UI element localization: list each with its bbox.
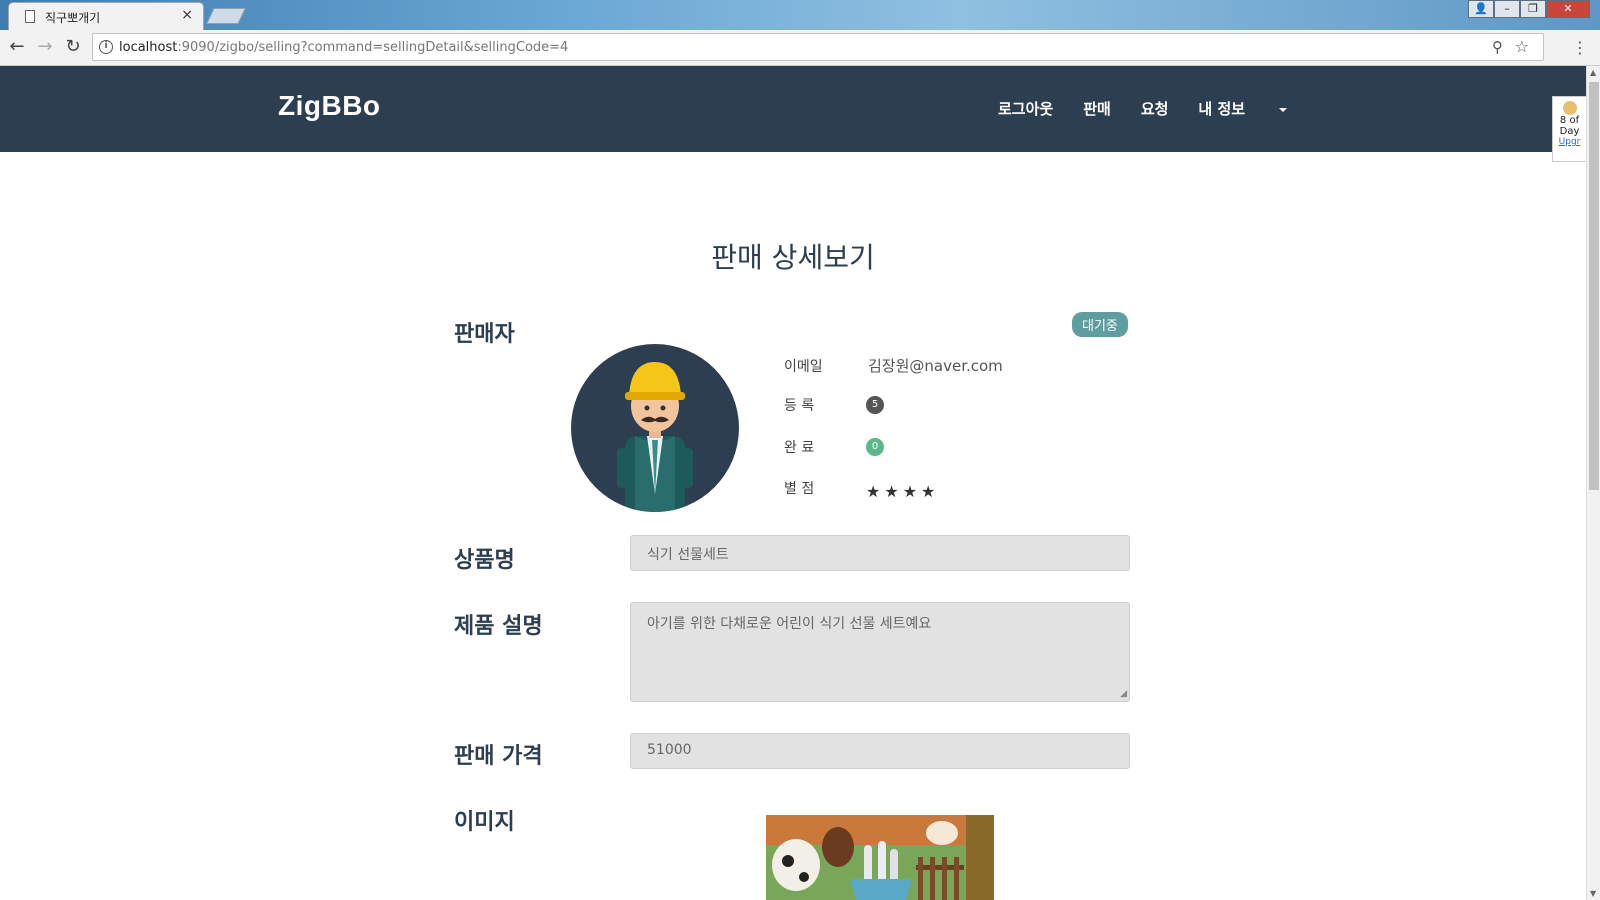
address-bar[interactable]: i localhost:9090/zigbo/selling?command=s…: [92, 33, 1544, 61]
tab-title: 직구뽀개기: [45, 11, 101, 25]
scroll-up-icon[interactable]: ▲: [1590, 68, 1596, 77]
product-image: [766, 815, 994, 900]
browser-menu-icon[interactable]: ⋮: [1572, 38, 1588, 57]
profile-icon[interactable]: 👤: [1468, 0, 1494, 18]
nav-links: 로그아웃 판매 요청 내 정보: [998, 98, 1347, 119]
extension-panel[interactable]: 8 of Day Upgr: [1552, 96, 1586, 162]
close-button[interactable]: ✕: [1546, 0, 1590, 18]
resize-grip-icon[interactable]: ◢: [1120, 689, 1127, 699]
tab-close-icon[interactable]: ×: [181, 7, 193, 23]
page-icon: [25, 10, 35, 23]
site-navbar: ZigBBo 로그아웃 판매 요청 내 정보: [0, 66, 1586, 152]
page-title: 판매 상세보기: [711, 241, 875, 274]
window-controls: 👤 – ❐ ✕: [1468, 0, 1590, 18]
browser-tab[interactable]: 직구뽀개기 ×: [8, 2, 204, 30]
product-name-field[interactable]: 식기 선물세트: [630, 535, 1130, 571]
product-image-illustration: [766, 815, 994, 900]
site-brand[interactable]: ZigBBo: [278, 90, 381, 122]
forward-icon[interactable]: →: [34, 36, 56, 58]
avatar-illustration: [617, 362, 693, 512]
back-icon[interactable]: ←: [6, 36, 28, 58]
scrollbar-thumb[interactable]: [1589, 82, 1599, 490]
scroll-down-icon[interactable]: ▼: [1590, 889, 1596, 898]
price-label: 판매 가격: [454, 744, 543, 769]
seller-label: 판매자: [454, 322, 515, 347]
completed-count-badge: 0: [866, 438, 884, 456]
registered-label: 등 록: [784, 398, 815, 414]
extension-text-2: Day: [1559, 126, 1580, 137]
url-text[interactable]: localhost:9090/zigbo/selling?command=sel…: [119, 40, 568, 55]
extension-link[interactable]: Upgr: [1553, 137, 1586, 147]
image-label: 이미지: [454, 810, 515, 835]
description-field[interactable]: 아기를 위한 다채로운 어린이 식기 선물 세트예요 ◢: [630, 602, 1130, 702]
price-field[interactable]: 51000: [630, 733, 1130, 769]
page-viewport: ZigBBo 로그아웃 판매 요청 내 정보 8 of Day Upgr 판매 …: [0, 66, 1586, 900]
browser-toolbar: ← → ↻ i localhost:9090/zigbo/selling?com…: [0, 30, 1600, 66]
minimize-button[interactable]: –: [1494, 0, 1520, 18]
restore-button[interactable]: ❐: [1520, 0, 1546, 18]
new-tab-button[interactable]: [206, 8, 246, 24]
product-name-label: 상품명: [454, 548, 515, 573]
page-scrollbar[interactable]: ▲ ▼: [1586, 66, 1600, 900]
extension-icon: [1562, 101, 1577, 115]
zoom-icon[interactable]: ⚲: [1492, 38, 1503, 56]
status-badge: 대기중: [1072, 312, 1128, 337]
extension-text: 8 of: [1559, 115, 1580, 126]
registered-count-badge: 5: [866, 396, 884, 414]
nav-logout[interactable]: 로그아웃: [998, 98, 1053, 119]
seller-email: 김장원@naver.com: [868, 357, 1003, 375]
description-label: 제품 설명: [454, 614, 543, 639]
rating-stars: ★★★★: [866, 482, 940, 501]
seller-avatar: [571, 344, 739, 512]
reload-icon[interactable]: ↻: [62, 36, 84, 58]
description-text: 아기를 위한 다채로운 어린이 식기 선물 세트예요: [647, 616, 932, 632]
nav-my-info[interactable]: 내 정보: [1198, 98, 1317, 119]
email-label: 이메일: [784, 359, 823, 375]
browser-titlebar: 직구뽀개기 × 👤 – ❐ ✕: [0, 0, 1600, 30]
chevron-down-icon: [1279, 107, 1288, 112]
rating-label: 별 점: [784, 481, 815, 497]
nav-request[interactable]: 요청: [1141, 98, 1169, 119]
nav-selling[interactable]: 판매: [1083, 98, 1111, 119]
bookmark-star-icon[interactable]: ☆: [1515, 37, 1529, 56]
completed-label: 완 료: [784, 440, 815, 456]
info-icon[interactable]: i: [99, 40, 113, 54]
